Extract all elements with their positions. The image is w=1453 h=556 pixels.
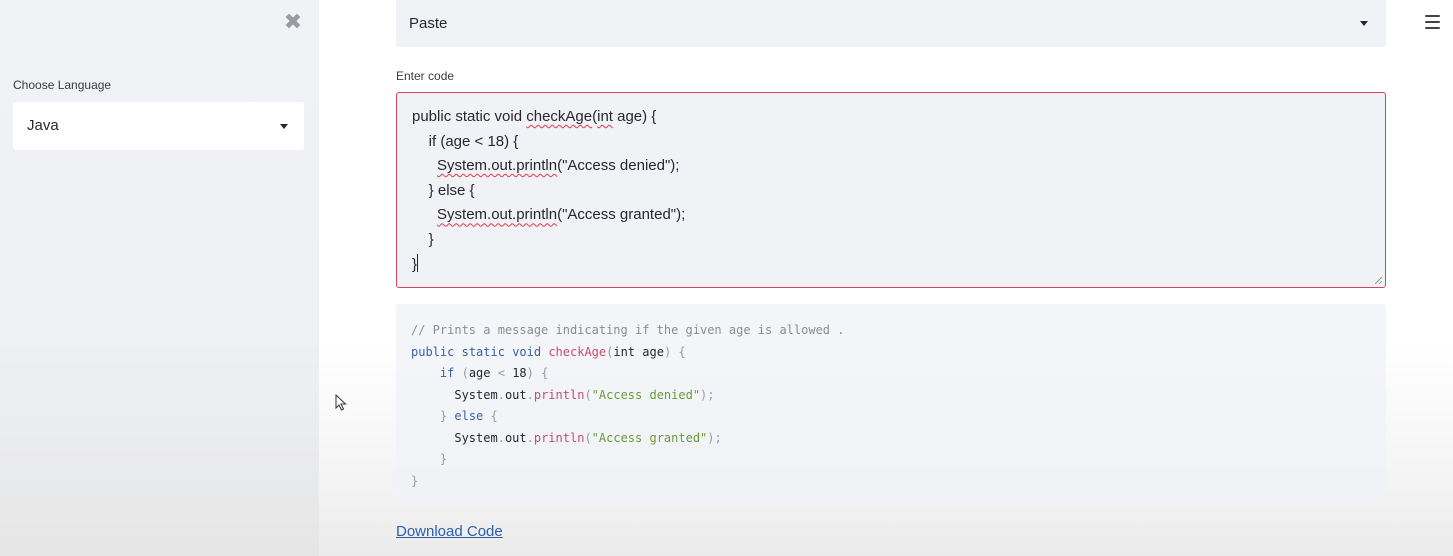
- code-output-content: // Prints a message indicating if the gi…: [411, 320, 1371, 492]
- app-root: ✖ Choose Language Java Paste Enter code …: [0, 0, 1453, 556]
- editor-line: } else {: [412, 181, 475, 199]
- language-label: Choose Language: [13, 78, 112, 92]
- editor-line: public static void checkAge(int age) {: [412, 108, 657, 125]
- editor-line: }: [412, 230, 434, 248]
- chevron-down-icon: [1360, 21, 1368, 26]
- input-mode-select[interactable]: Paste: [396, 0, 1386, 47]
- code-input-textarea[interactable]: public static void checkAge(int age) { i…: [396, 92, 1386, 288]
- resize-handle-icon[interactable]: [1375, 277, 1382, 284]
- editor-line: if (age < 18) {: [412, 132, 519, 150]
- close-icon[interactable]: ✖: [283, 11, 303, 33]
- code-line: if (age < 18) {: [439, 366, 549, 380]
- code-line: // Prints a message indicating if the gi…: [411, 323, 845, 337]
- editor-content: public static void checkAge(int age) { i…: [412, 105, 1370, 277]
- code-line: public static void checkAge(int age) {: [411, 344, 686, 359]
- language-select-value: Java: [27, 117, 59, 134]
- code-line: }: [439, 452, 448, 466]
- text-cursor: [417, 253, 419, 272]
- editor-line: }: [412, 253, 419, 273]
- chevron-down-icon: [280, 124, 288, 129]
- code-output-block: // Prints a message indicating if the gi…: [396, 304, 1386, 505]
- code-line: } else {: [439, 409, 498, 423]
- input-mode-value: Paste: [409, 15, 448, 32]
- language-select[interactable]: Java: [13, 102, 304, 150]
- hamburger-menu-icon[interactable]: [1425, 15, 1440, 31]
- code-line: System.out.println("Access denied");: [411, 387, 715, 402]
- code-line: }: [411, 473, 419, 488]
- download-code-link[interactable]: Download Code: [396, 523, 503, 540]
- mouse-pointer-icon: [335, 394, 347, 411]
- code-line: System.out.println("Access granted");: [411, 430, 722, 445]
- editor-line: System.out.println("Access granted");: [437, 206, 686, 224]
- sidebar: ✖ Choose Language Java: [0, 0, 319, 556]
- enter-code-label: Enter code: [396, 69, 455, 83]
- editor-line: System.out.println("Access denied");: [437, 157, 680, 175]
